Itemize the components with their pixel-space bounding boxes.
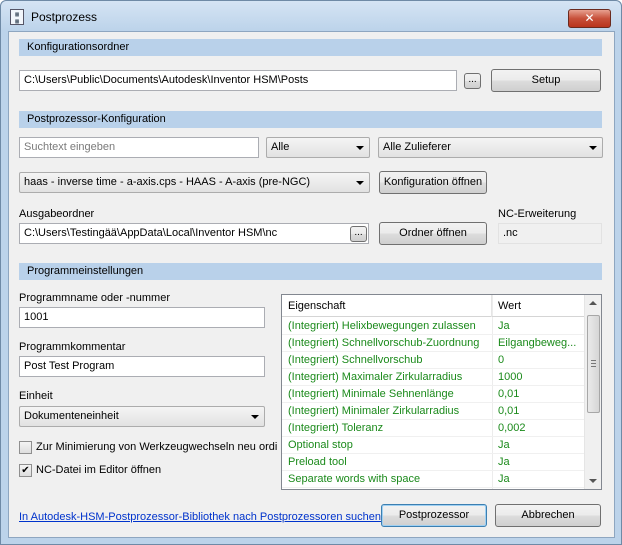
property-grid-header: Eigenschaft Wert	[282, 295, 585, 317]
property-value[interactable]: Ja	[498, 454, 583, 471]
property-row[interactable]: Preload tool Ja	[282, 454, 585, 471]
open-in-editor-checkbox[interactable]: ✔	[19, 464, 32, 477]
chevron-down-icon	[356, 146, 364, 150]
output-folder-browse-button[interactable]: ...	[350, 226, 367, 242]
property-row[interactable]: Separate words with space Ja	[282, 471, 585, 488]
property-value[interactable]: 0,002	[498, 420, 583, 437]
property-row[interactable]: (Integriert) Schnellvorschub 0	[282, 352, 585, 369]
thumb-grip	[591, 363, 596, 364]
scroll-down-icon[interactable]	[589, 479, 597, 483]
post-select[interactable]: haas - inverse time - a-axis.cps - HAAS …	[19, 172, 370, 193]
property-row[interactable]: (Integriert) Maximaler Zirkularradius 100…	[282, 369, 585, 386]
output-folder-label: Ausgabeordner	[19, 208, 95, 220]
property-value[interactable]: Eilgangbeweg...	[498, 335, 583, 352]
property-value[interactable]: 0	[498, 352, 583, 369]
open-in-editor-label: NC-Datei im Editor öffnen	[36, 464, 162, 476]
config-folder-browse-button[interactable]: ...	[464, 73, 481, 89]
property-value[interactable]: 0,01	[498, 403, 583, 420]
vendor-select[interactable]: Alle Zulieferer	[378, 137, 603, 158]
property-value[interactable]: Ja	[498, 437, 583, 454]
chevron-down-icon	[356, 181, 364, 185]
property-value[interactable]: Ja	[498, 471, 583, 488]
property-row[interactable]: (Integriert) Schnellvorschub-Zuordnung Ei…	[282, 335, 585, 352]
property-name: Optional stop	[288, 439, 353, 451]
column-header-value[interactable]: Wert	[492, 295, 585, 317]
minimize-toolchange-checkbox[interactable]	[19, 441, 32, 454]
setup-button[interactable]: Setup	[491, 69, 601, 92]
property-value[interactable]: 0,01	[498, 386, 583, 403]
filter-select-value: Alle	[271, 141, 290, 153]
property-name: (Integriert) Schnellvorschub	[288, 354, 423, 366]
open-folder-button[interactable]: Ordner öffnen	[379, 222, 487, 245]
postprocess-button[interactable]: Postprozessor	[381, 504, 487, 527]
property-name: Preload tool	[288, 456, 347, 468]
thumb-grip	[591, 366, 596, 367]
program-name-input[interactable]: 1001	[19, 307, 265, 328]
cancel-button[interactable]: Abbrechen	[495, 504, 601, 527]
section-program-settings: Programmeinstellungen	[19, 263, 602, 280]
property-row[interactable]: Optional stop Ja	[282, 437, 585, 454]
property-name: (Integriert) Minimaler Zirkularradius	[288, 405, 460, 417]
property-row[interactable]: (Integriert) Helixbewegungen zulassen Ja	[282, 318, 585, 335]
property-row[interactable]: (Integriert) Minimale Sehnenlänge 0,01	[282, 386, 585, 403]
chevron-down-icon	[251, 415, 259, 419]
unit-select[interactable]: Dokumenteneinheit	[19, 406, 265, 427]
title-bar[interactable]: ▦ ▦ Postprozess ✕	[1, 1, 621, 31]
minimize-toolchange-label: Zur Minimierung von Werkzeugwechseln neu…	[36, 441, 278, 453]
property-name: (Integriert) Helixbewegungen zulassen	[288, 320, 476, 332]
vendor-select-value: Alle Zulieferer	[383, 141, 451, 153]
search-input[interactable]: Suchtext eingeben	[19, 137, 259, 158]
config-folder-path[interactable]: C:\Users\Public\Documents\Autodesk\Inven…	[19, 70, 457, 91]
section-post-config: Postprozessor-Konfiguration	[19, 111, 602, 128]
output-folder-path[interactable]: C:\Users\Testingää\AppData\Local\Invento…	[19, 223, 369, 244]
scroll-thumb[interactable]	[587, 315, 600, 413]
unit-label: Einheit	[19, 390, 53, 402]
checkmark-icon: ✔	[21, 465, 30, 476]
property-value[interactable]: Ja	[498, 318, 583, 335]
property-name: Separate words with space	[288, 473, 421, 485]
library-link[interactable]: In Autodesk-HSM-Postprozessor-Bibliothek…	[19, 511, 381, 523]
property-row[interactable]: (Integriert) Minimaler Zirkularradius 0,0…	[282, 403, 585, 420]
program-comment-input[interactable]: Post Test Program	[19, 356, 265, 377]
property-name: (Integriert) Schnellvorschub-Zuordnung	[288, 337, 480, 349]
column-header-property[interactable]: Eigenschaft	[282, 295, 492, 317]
property-grid[interactable]: Eigenschaft Wert (Integriert) Helixbeweg…	[281, 294, 602, 490]
property-grid-scrollbar[interactable]	[584, 295, 601, 489]
chevron-down-icon	[589, 146, 597, 150]
program-name-label: Programmname oder -nummer	[19, 292, 170, 304]
dialog-window: ▦ ▦ Postprozess ✕ Konfigurationsordner C:…	[0, 0, 622, 545]
app-icon: ▦ ▦	[10, 9, 24, 25]
nc-extension-label: NC-Erweiterung	[498, 208, 577, 220]
window-title: Postprozess	[31, 10, 98, 24]
property-row[interactable]: (Integriert) Toleranz 0,002	[282, 420, 585, 437]
dialog-client: Konfigurationsordner C:\Users\Public\Doc…	[8, 31, 615, 538]
thumb-grip	[591, 360, 596, 361]
property-name: (Integriert) Toleranz	[288, 422, 384, 434]
property-name: (Integriert) Minimale Sehnenlänge	[288, 388, 454, 400]
open-config-button[interactable]: Konfiguration öffnen	[379, 171, 487, 194]
program-comment-label: Programmkommentar	[19, 341, 126, 353]
close-button[interactable]: ✕	[568, 9, 611, 28]
property-value[interactable]: 1000	[498, 369, 583, 386]
nc-extension-field: .nc	[498, 223, 602, 244]
section-config-folder: Konfigurationsordner	[19, 39, 602, 56]
property-name: (Integriert) Maximaler Zirkularradius	[288, 371, 463, 383]
unit-select-value: Dokumenteneinheit	[24, 410, 119, 422]
scroll-up-icon[interactable]	[589, 301, 597, 305]
post-select-value: haas - inverse time - a-axis.cps - HAAS …	[24, 176, 311, 188]
filter-select[interactable]: Alle	[266, 137, 370, 158]
